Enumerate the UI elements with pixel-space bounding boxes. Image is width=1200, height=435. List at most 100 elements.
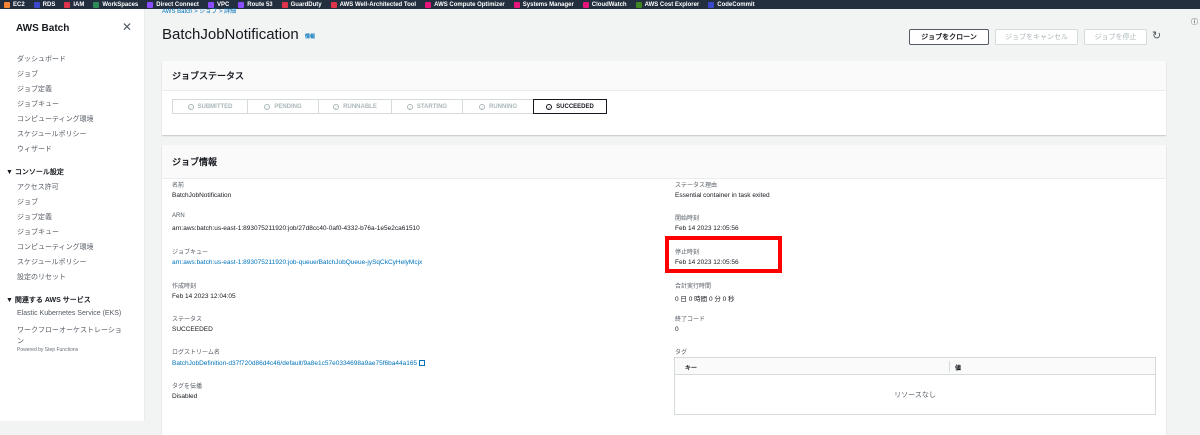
bookmark-icon (635, 1, 642, 8)
tags-label: タグ (675, 350, 688, 356)
bookmark-icon (425, 1, 432, 8)
sidebar-section-related-services[interactable]: ▼ 関連する AWS サービス (6, 295, 91, 305)
bookmark-icon (238, 1, 245, 8)
bookmark-icon (64, 1, 71, 8)
started-at-value: Feb 14 2023 12:05:56 (675, 225, 739, 232)
sidebar-item-compute-environments[interactable]: コンピューティング環境 (17, 114, 94, 124)
bookmark-7[interactable]: GuardDuty (281, 1, 322, 8)
status-steps: ✓ SUBMITTED ✓ PENDING ✓ RUNNABLE ✓ STARTING … (172, 99, 607, 114)
refresh-icon[interactable]: ↻ (1152, 29, 1161, 42)
sidebar-item-console-jobs[interactable]: ジョブ (17, 197, 38, 207)
job-queue-label: ジョブキュー (172, 250, 209, 256)
cancel-job-button[interactable]: ジョブをキャンセル (995, 29, 1078, 45)
status-reason-label: ステータス理由 (675, 183, 718, 189)
external-link-icon (419, 360, 426, 366)
powered-by-label: Powered by Step Functions (17, 347, 79, 353)
sidebar-item-reset-settings[interactable]: 設定のリセット (17, 272, 66, 282)
total-runtime-label: 合計実行時間 (675, 284, 712, 290)
bookmark-2[interactable]: IAM (64, 1, 84, 8)
sidebar-item-console-job-definitions[interactable]: ジョブ定義 (17, 212, 52, 222)
sidebar-item-workflow-orchestration[interactable]: ワークフローオーケストレーショ (17, 325, 122, 335)
propagate-tags-value: Disabled (172, 393, 198, 400)
step-runnable: ✓ RUNNABLE (318, 99, 392, 114)
exit-code-value: 0 (675, 326, 679, 333)
bookmark-icon (147, 1, 154, 8)
total-runtime-value: 0 日 0 時間 0 分 0 秒 (675, 296, 735, 303)
info-icon[interactable]: ⓘ (1191, 17, 1198, 27)
bookmark-icon (4, 1, 10, 8)
check-circle-icon: ✓ (546, 103, 553, 110)
job-status-title: ジョブステータス (162, 61, 1166, 91)
bookmark-icon (33, 1, 40, 8)
sidebar: AWS Batch ✕ ダッシュボード ジョブ ジョブ定義 ジョブキュー コンピ… (0, 9, 145, 421)
sidebar-item-eks[interactable]: Elastic Kubernetes Service (EKS) (17, 310, 121, 317)
name-label: 名前 (172, 183, 185, 189)
created-at-value: Feb 14 2023 12:04:05 (172, 293, 236, 300)
step-running: ✓ RUNNING (462, 99, 534, 114)
bookmark-3[interactable]: WorkSpaces (93, 1, 138, 8)
check-circle-icon: ✓ (479, 103, 485, 110)
bookmark-11[interactable]: CloudWatch (582, 1, 627, 8)
info-link[interactable]: 情報 (305, 33, 315, 40)
terminate-job-button[interactable]: ジョブを停止 (1084, 29, 1147, 45)
bookmark-icon (330, 1, 337, 8)
close-icon[interactable]: ✕ (122, 20, 132, 34)
sidebar-item-dashboard[interactable]: ダッシュボード (17, 54, 66, 64)
exit-code-label: 終了コード (675, 317, 706, 323)
sidebar-item-jobs[interactable]: ジョブ (17, 69, 38, 79)
bookmark-0[interactable]: EC2 (4, 1, 25, 8)
status-label: ステータス (172, 317, 203, 323)
step-pending: ✓ PENDING (247, 99, 319, 114)
sidebar-title: AWS Batch (16, 23, 70, 34)
sidebar-item-workflow-orchestration-cont[interactable]: ン (17, 336, 24, 346)
sidebar-item-console-scheduling-policies[interactable]: スケジュールポリシー (17, 257, 87, 267)
status-value: SUCCEEDED (172, 326, 213, 333)
created-at-label: 作成時刻 (172, 284, 197, 290)
tags-empty-message: リソースなし (894, 392, 936, 399)
arn-label: ARN (172, 213, 185, 219)
sidebar-item-job-definitions[interactable]: ジョブ定義 (17, 84, 52, 94)
step-submitted: ✓ SUBMITTED (172, 99, 248, 114)
bookmark-icon (582, 1, 589, 8)
bookmark-icon (281, 1, 288, 8)
sidebar-item-console-compute-environments[interactable]: コンピューティング環境 (17, 242, 94, 252)
job-status-panel: ジョブステータス ✓ SUBMITTED ✓ PENDING ✓ RUNNABLE ✓… (162, 61, 1166, 135)
name-value: BatchJobNotification (172, 192, 232, 199)
tags-key-column[interactable]: キー (685, 363, 697, 372)
arn-value: arn:aws:batch:us-east-1:893075211920:job… (172, 225, 420, 232)
job-info-title: ジョブ情報 (162, 145, 1166, 179)
tags-value-column[interactable]: 値 (955, 363, 961, 372)
started-at-label: 開始時刻 (675, 216, 700, 222)
log-stream-label: ログストリーム名 (172, 350, 220, 356)
sidebar-item-wizard[interactable]: ウィザード (17, 144, 52, 154)
bookmark-12[interactable]: AWS Cost Explorer (635, 1, 699, 8)
step-succeeded: ✓ SUCCEEDED (533, 99, 607, 114)
bookmark-8[interactable]: AWS Well-Architected Tool (330, 1, 416, 8)
job-queue-link[interactable]: arn:aws:batch:us-east-1:893075211920:job… (172, 259, 422, 266)
sidebar-item-permissions[interactable]: アクセス許可 (17, 182, 59, 192)
check-circle-icon: ✓ (333, 103, 340, 110)
check-circle-icon: ✓ (187, 103, 194, 110)
bookmark-9[interactable]: AWS Compute Optimizer (425, 1, 505, 8)
sidebar-section-console-settings[interactable]: ▼ コンソール設定 (6, 167, 64, 177)
column-divider (949, 361, 950, 372)
sidebar-item-console-job-queues[interactable]: ジョブキュー (17, 227, 59, 237)
check-circle-icon: ✓ (264, 103, 271, 110)
propagate-tags-label: タグを伝播 (172, 384, 203, 390)
sidebar-item-job-queues[interactable]: ジョブキュー (17, 99, 59, 109)
bookmark-1[interactable]: RDS (33, 1, 55, 8)
breadcrumb[interactable]: AWS Batch > ジョブ > 詳細 (162, 6, 236, 15)
tags-table-header: キー 値 (675, 358, 1155, 375)
sidebar-item-scheduling-policies[interactable]: スケジュールポリシー (17, 129, 87, 139)
page-title: BatchJobNotification (162, 26, 299, 43)
step-starting: ✓ STARTING (391, 99, 463, 114)
bookmark-icon (93, 1, 100, 8)
tags-table: キー 値 リソースなし (674, 357, 1156, 415)
bookmark-10[interactable]: Systems Manager (513, 1, 574, 8)
bookmark-13[interactable]: CodeCommit (708, 1, 755, 8)
clone-job-button[interactable]: ジョブをクローン (909, 29, 989, 45)
bookmark-6[interactable]: Route 53 (238, 1, 273, 8)
bookmark-icon (513, 1, 520, 8)
check-circle-icon: ✓ (406, 103, 413, 110)
log-stream-link[interactable]: BatchJobDefinition-d37f720d86d4c46/defau… (172, 359, 426, 367)
